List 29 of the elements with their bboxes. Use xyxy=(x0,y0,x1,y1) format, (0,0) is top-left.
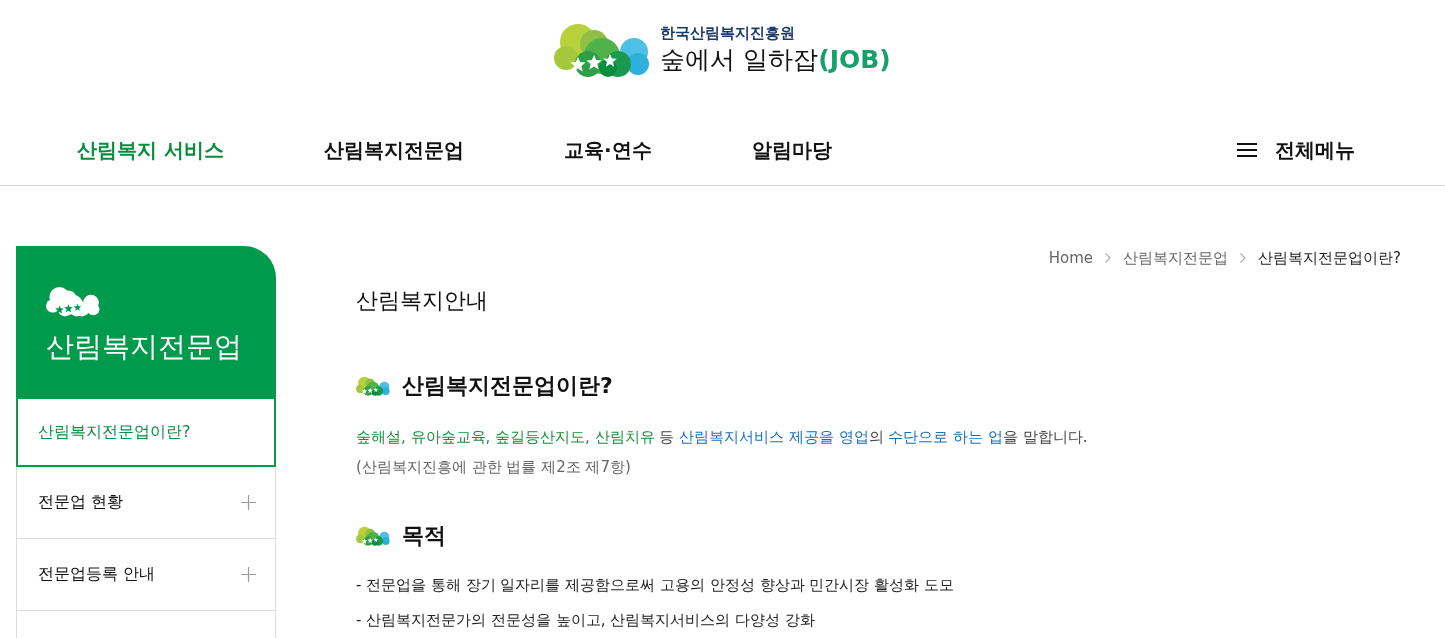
org-name: 한국산림복지진흥원 xyxy=(660,23,796,43)
nav-menu-item[interactable]: 산림복지 서비스 xyxy=(77,136,224,164)
section-heading: 산림복지전문업이란? xyxy=(402,372,613,400)
list-item-text: - 산림복지전문가의 전문성을 높이고, 산림복지서비스의 다양성 강화 xyxy=(356,610,815,631)
section-heading: 목적 xyxy=(402,522,446,550)
menu-icon xyxy=(1237,143,1257,157)
chevron-right-icon xyxy=(1240,253,1247,263)
sidebar-title: 산림복지전문업 xyxy=(46,329,242,365)
breadcrumb-link[interactable]: Home xyxy=(1048,249,1094,267)
nav-menu-item[interactable]: 산림복지전문업 xyxy=(323,136,464,164)
nav-menu-item[interactable]: 알림마당 xyxy=(751,136,832,164)
tree-cloud-icon xyxy=(356,376,390,396)
tree-cloud-icon xyxy=(554,22,651,78)
law-reference-note: (산림복지진흥에 관한 법률 제2조 제7항) xyxy=(356,457,631,478)
list-item-text: - 전문업을 통해 장기 일자리를 제공함으로써 고용의 안정성 향상과 민간시장 활성화 도모 xyxy=(356,575,954,596)
chevron-right-icon xyxy=(1105,253,1112,263)
sidebar-item[interactable]: 전문업 현황 xyxy=(16,467,276,539)
tree-cloud-icon xyxy=(356,526,390,546)
breadcrumb-link[interactable]: 산림복지전문업이란? xyxy=(1258,248,1401,268)
sidebar-item[interactable] xyxy=(16,611,276,638)
all-menu-button[interactable]: 전체메뉴 xyxy=(1237,136,1355,164)
page-title: 산림복지안내 xyxy=(356,287,488,315)
tree-cloud-icon xyxy=(46,286,100,317)
sidebar-item[interactable]: 전문업등록 안내 xyxy=(16,539,276,611)
breadcrumb-link[interactable]: 산림복지전문업 xyxy=(1123,248,1229,268)
definition-text: 숲해설, 유아숲교육, 숲길등산지도, 산림치유 등 산림복지서비스 제공을 영업의 수단으로 하는 업을 말합니다. xyxy=(356,427,1088,448)
sidebar-item[interactable]: 산림복지전문업이란? xyxy=(16,397,276,467)
site-name: 숲에서 일하잡(JOB) xyxy=(660,44,891,76)
nav-menu-item[interactable]: 교육·연수 xyxy=(563,136,652,164)
